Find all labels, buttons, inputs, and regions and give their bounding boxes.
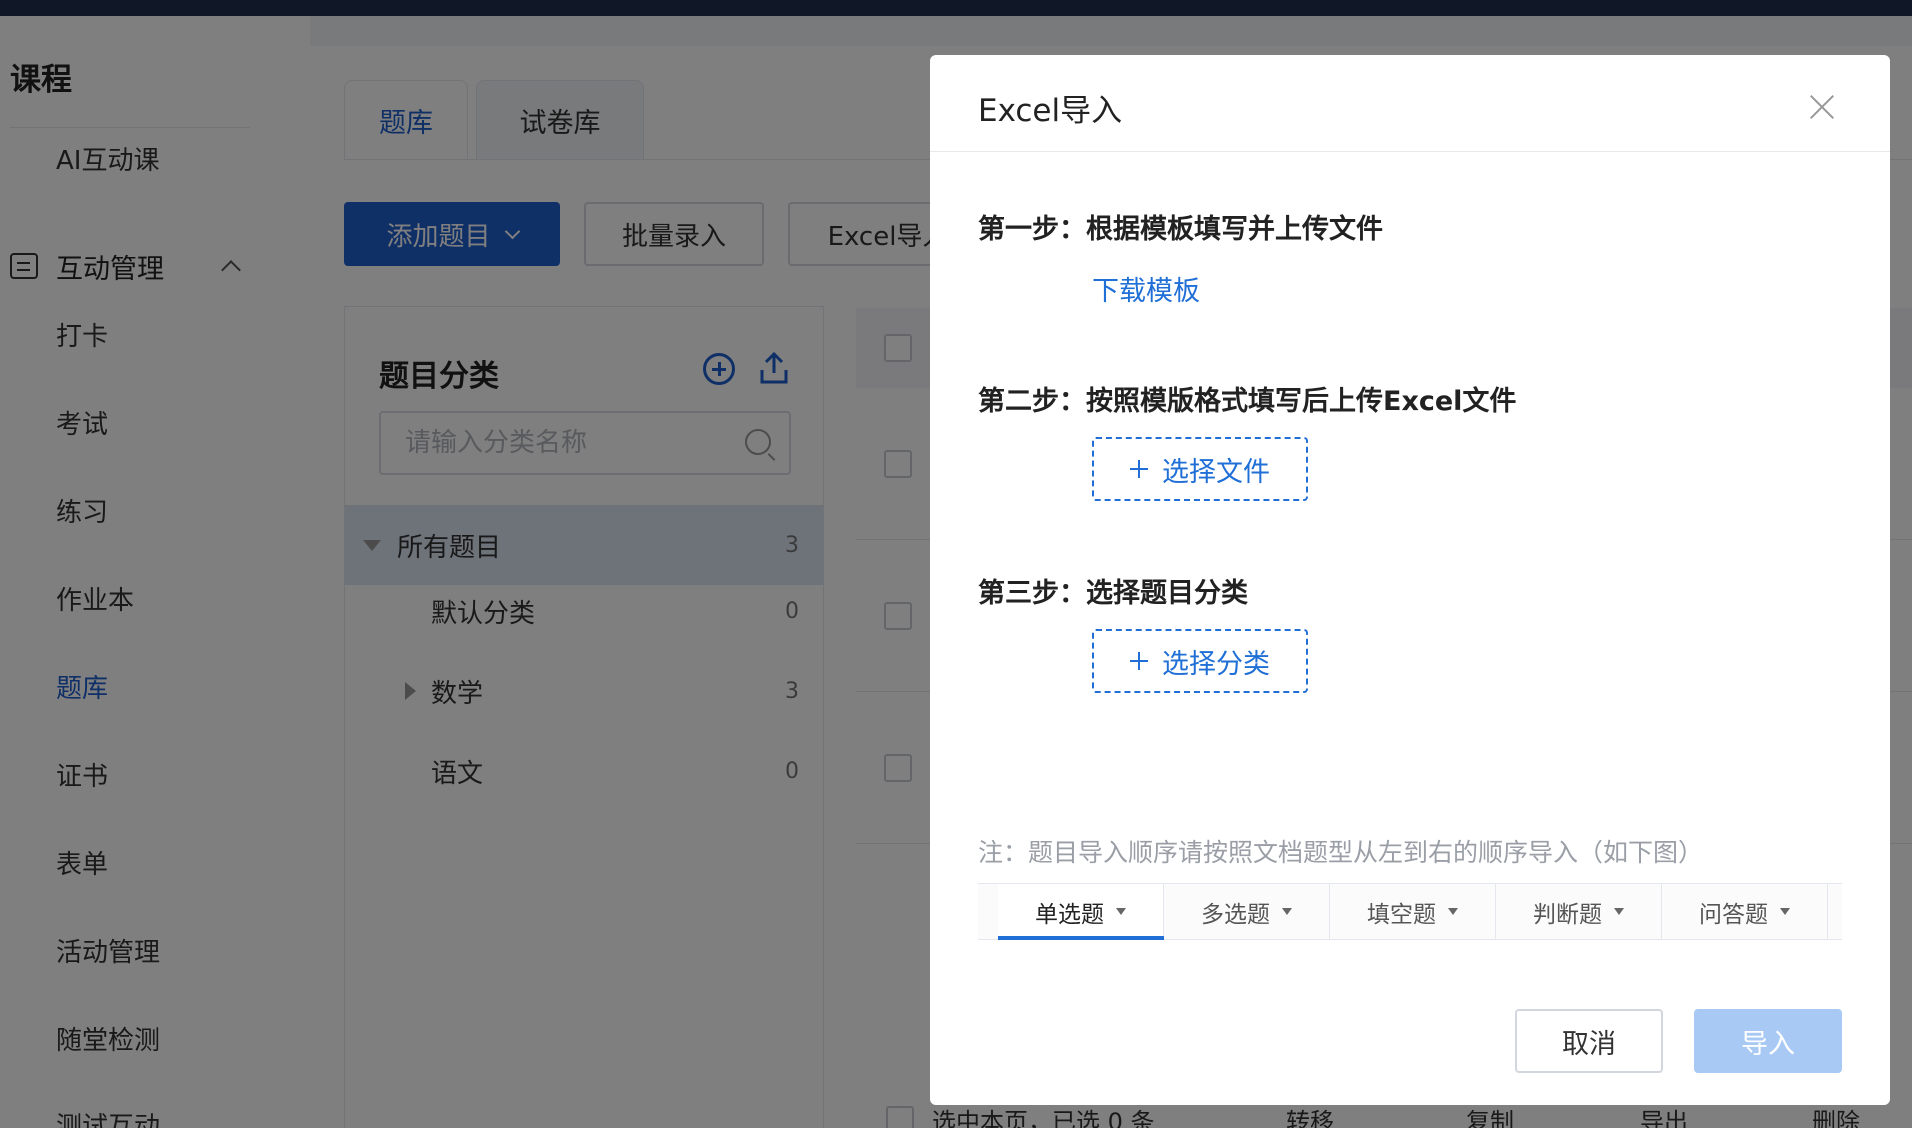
type-tab-single-choice: 单选题: [998, 884, 1164, 939]
caret-down-icon: [1116, 908, 1126, 915]
choose-category-label: 选择分类: [1162, 648, 1270, 680]
caret-down-icon: [1780, 908, 1790, 915]
type-tab-multi-choice: 多选题: [1164, 884, 1330, 939]
top-bar: [0, 0, 1912, 16]
dialog-divider: [930, 151, 1890, 152]
caret-down-icon: [1448, 908, 1458, 915]
choose-category-button[interactable]: 选择分类: [1092, 629, 1308, 693]
type-label: 填空题: [1367, 901, 1436, 928]
question-type-strip: 单选题 多选题 填空题 判断题 问答题: [978, 883, 1842, 940]
choose-file-label: 选择文件: [1162, 456, 1270, 488]
active-type-underline: [998, 936, 1164, 940]
step-one-label: 第一步：根据模板填写并上传文件: [978, 214, 1383, 245]
type-tab-qa: 问答题: [1662, 884, 1828, 939]
type-label: 问答题: [1699, 901, 1768, 928]
plus-icon: [1130, 652, 1148, 670]
type-label: 多选题: [1201, 901, 1270, 928]
excel-import-dialog: Excel导入 第一步：根据模板填写并上传文件 下载模板 第二步：按照模版格式填…: [930, 55, 1890, 1105]
step-three-label: 第三步：选择题目分类: [978, 578, 1248, 609]
cancel-button[interactable]: 取消: [1515, 1009, 1663, 1073]
type-label: 单选题: [1035, 901, 1104, 928]
import-button[interactable]: 导入: [1694, 1009, 1842, 1073]
choose-file-button[interactable]: 选择文件: [1092, 437, 1308, 501]
close-icon[interactable]: [1806, 91, 1838, 123]
type-tab-fill-blank: 填空题: [1330, 884, 1496, 939]
type-label: 判断题: [1533, 901, 1602, 928]
step-two-label: 第二步：按照模版格式填写后上传Excel文件: [978, 386, 1517, 417]
caret-down-icon: [1614, 908, 1624, 915]
import-order-note: 注：题目导入顺序请按照文档题型从左到右的顺序导入（如下图）: [978, 838, 1704, 867]
plus-icon: [1130, 460, 1148, 478]
download-template-link[interactable]: 下载模板: [1092, 269, 1200, 308]
caret-down-icon: [1282, 908, 1292, 915]
dialog-title: Excel导入: [978, 93, 1123, 129]
type-tab-true-false: 判断题: [1496, 884, 1662, 939]
